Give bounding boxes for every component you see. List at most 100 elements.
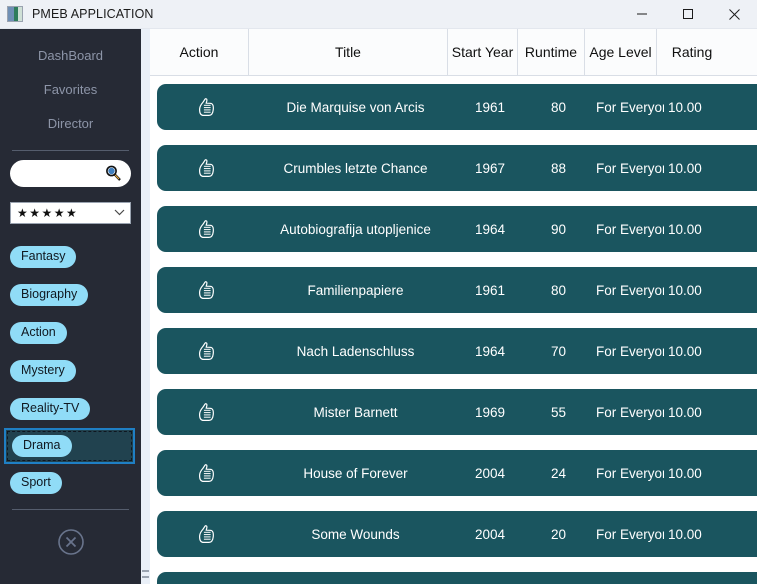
tag-chip-label: Reality-TV [10,398,91,420]
sidebar-item-label: Favorites [43,82,98,97]
tag-chip-label: Action [10,322,67,344]
cell-rating: 10.00 [668,282,702,298]
tag-chip-label: Sport [10,472,62,494]
cell-runtime: 70 [550,343,567,359]
tag-chip-label: Mystery [10,360,76,382]
horizontal-scrollbar[interactable] [141,556,150,584]
maximize-button[interactable] [665,0,711,28]
table-header-row: Action Title Start Year Runtime Age Leve… [150,29,757,76]
cell-start-year: 2004 [474,465,506,481]
cell-age-level: For Everyone [596,404,664,420]
table-row[interactable]: Crumbles letzte Chance 1967 88 For Every… [157,145,757,191]
cell-runtime: 80 [550,99,567,115]
cell-runtime: 55 [550,404,567,420]
sidebar-tag-mystery[interactable]: Mystery [0,352,141,390]
cell-rating: 10.00 [668,465,702,481]
cell-age-level: For Everyone [596,99,664,115]
cell-start-year: 1969 [474,404,506,420]
cell-title: Nach Ladenschluss [296,343,415,359]
close-circle-icon[interactable] [57,528,85,556]
sidebar-item-favorites[interactable]: Favorites [0,73,141,107]
cell-rating: 10.00 [668,343,702,359]
thumbs-up-icon[interactable] [157,280,256,300]
sidebar-tag-action[interactable]: Action [0,314,141,352]
cell-age-level: For Everyone [596,221,664,237]
minimize-button[interactable] [619,0,665,28]
search-box[interactable] [10,160,131,187]
sidebar-item-dashboard[interactable]: DashBoard [0,39,141,73]
app-window-icon [7,6,23,22]
cell-age-level: For Everyone [596,343,664,359]
table-row[interactable]: Some Wounds 2004 20 For Everyone 10.00 [157,511,757,557]
thumbs-up-icon[interactable] [157,463,256,483]
close-button[interactable] [711,0,757,28]
cell-title: Crumbles letzte Chance [283,160,428,176]
thumbs-up-icon[interactable] [157,524,256,544]
sidebar-item-label: DashBoard [37,48,104,63]
sidebar-tag-drama[interactable]: Drama [4,428,135,464]
rating-select-value: ★★★★★ [17,206,79,220]
sidebar: DashBoard Favorites Director ★★★★★ Fanta… [0,29,141,584]
sidebar-tag-biography[interactable]: Biography [0,276,141,314]
cell-runtime: 88 [550,160,567,176]
rating-select[interactable]: ★★★★★ [10,202,131,224]
cell-rating: 10.00 [668,160,702,176]
window-title: PMEB APPLICATION [32,7,154,21]
movies-table: Action Title Start Year Runtime Age Leve… [150,29,757,584]
table-row[interactable] [157,572,757,584]
thumbs-up-icon[interactable] [157,341,256,361]
window-titlebar: PMEB APPLICATION [0,0,757,29]
vertical-scrollbar-track[interactable] [141,29,150,584]
sidebar-tag-sport[interactable]: Sport [0,464,141,502]
table-row[interactable]: Nach Ladenschluss 1964 70 For Everyone 1… [157,328,757,374]
column-header-action[interactable]: Action [150,29,249,75]
chevron-down-icon [114,208,125,219]
scrollbar-thumb[interactable] [142,570,149,572]
column-header-title[interactable]: Title [249,29,448,75]
cell-rating: 10.00 [668,526,702,542]
column-header-runtime[interactable]: Runtime [518,29,585,75]
sidebar-divider-bottom [12,509,129,510]
table-row[interactable]: Familienpapiere 1961 80 For Everyone 10.… [157,267,757,313]
content-pane: Action Title Start Year Runtime Age Leve… [141,29,757,584]
cell-start-year: 1967 [474,160,506,176]
tag-chip-label: Biography [10,284,89,306]
sidebar-item-director[interactable]: Director [0,107,141,141]
cell-rating: 10.00 [668,221,702,237]
cell-runtime: 80 [550,282,567,298]
column-header-age-level[interactable]: Age Level [585,29,657,75]
minimize-icon [637,13,647,15]
thumbs-up-icon[interactable] [157,97,256,117]
column-header-rating[interactable]: Rating [657,29,727,75]
cell-title: Some Wounds [311,526,400,542]
cell-age-level: For Everyone [596,160,664,176]
search-icon[interactable] [104,164,122,182]
thumbs-up-icon[interactable] [157,219,256,239]
cell-title: Die Marquise von Arcis [286,99,425,115]
sidebar-tag-fantasy[interactable]: Fantasy [0,238,141,276]
cell-title: Autobiografija utopljenice [280,221,431,237]
tag-chip-label: Fantasy [10,246,77,268]
table-row[interactable]: House of Forever 2004 24 For Everyone 10… [157,450,757,496]
scrollbar-thumb-secondary[interactable] [142,576,149,578]
cell-title: House of Forever [303,465,408,481]
cell-title: Mister Barnett [313,404,398,420]
table-row[interactable]: Mister Barnett 1969 55 For Everyone 10.0… [157,389,757,435]
close-icon [728,8,740,20]
cell-rating: 10.00 [668,404,702,420]
cell-start-year: 1964 [474,343,506,359]
cell-start-year: 2004 [474,526,506,542]
column-header-start-year[interactable]: Start Year [448,29,518,75]
table-row[interactable]: Die Marquise von Arcis 1961 80 For Every… [157,84,757,130]
thumbs-up-icon[interactable] [157,158,256,178]
maximize-icon [683,9,693,19]
table-row[interactable]: Autobiografija utopljenice 1964 90 For E… [157,206,757,252]
thumbs-up-icon[interactable] [157,402,256,422]
tag-chip-label: Drama [12,435,72,457]
table-body: Die Marquise von Arcis 1961 80 For Every… [150,76,757,584]
cell-age-level: For Everyone [596,465,664,481]
sidebar-tag-reality-tv[interactable]: Reality-TV [0,390,141,428]
cell-age-level: For Everyone [596,526,664,542]
sidebar-item-label: Director [47,116,94,131]
cell-start-year: 1961 [474,99,506,115]
